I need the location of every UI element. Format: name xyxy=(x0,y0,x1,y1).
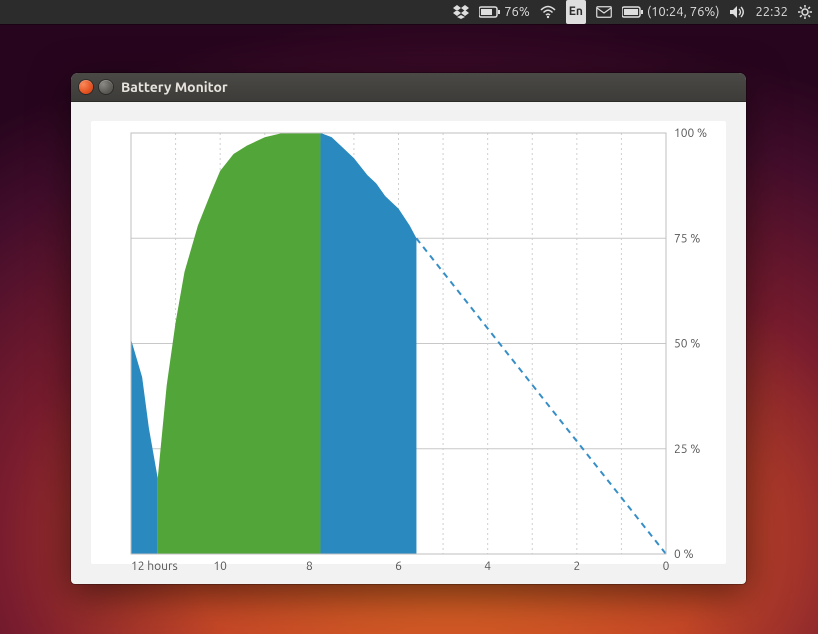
window-controls xyxy=(79,80,113,94)
y-tick-label: 25 % xyxy=(674,443,700,456)
battery-monitor-window: Battery Monitor 0 % 25 % 50 % 75 % 100 % 12 h… xyxy=(71,73,746,584)
laptop-battery-label: 76% xyxy=(504,0,530,24)
system-menubar: 76% En (10:24, 76%) 22:32 xyxy=(0,0,818,24)
x-tick-label: 8 xyxy=(306,560,313,573)
x-tick-label: 10 xyxy=(213,560,227,573)
session-cog-indicator[interactable] xyxy=(798,5,812,19)
keyboard-layout-label: En xyxy=(569,0,583,24)
clock-label: 22:32 xyxy=(755,0,788,24)
x-tick-label: 2 xyxy=(573,560,580,573)
y-tick-label: 75 % xyxy=(674,232,700,245)
keyboard-layout-indicator[interactable]: En xyxy=(566,0,586,24)
laptop-battery-indicator[interactable]: 76% xyxy=(479,0,530,24)
window-titlebar[interactable]: Battery Monitor xyxy=(71,73,746,102)
x-tick-label: 4 xyxy=(484,560,491,573)
network-wifi-indicator[interactable] xyxy=(540,5,556,19)
volume-indicator[interactable] xyxy=(729,5,745,19)
y-tick-label: 50 % xyxy=(674,338,700,351)
x-tick-label: 0 xyxy=(663,560,670,573)
dropbox-indicator[interactable] xyxy=(453,5,469,19)
x-tick-label: 6 xyxy=(395,560,402,573)
x-tick-label: 12 hours xyxy=(131,560,178,573)
ups-battery-indicator[interactable]: (10:24, 76%) xyxy=(622,0,720,24)
clock-indicator[interactable]: 22:32 xyxy=(755,0,788,24)
mail-indicator[interactable] xyxy=(596,6,612,18)
y-tick-label: 100 % xyxy=(674,127,707,140)
window-close-button[interactable] xyxy=(79,80,93,94)
battery-history-chart: 0 %25 %50 %75 %100 %12 hours1086420 xyxy=(91,121,726,564)
window-minimize-button[interactable] xyxy=(99,80,113,94)
ups-battery-label: (10:24, 76%) xyxy=(647,0,720,24)
y-tick-label: 0 % xyxy=(674,548,694,561)
window-content: 0 %25 %50 %75 %100 %12 hours1086420 xyxy=(91,121,726,564)
window-title: Battery Monitor xyxy=(121,79,228,95)
